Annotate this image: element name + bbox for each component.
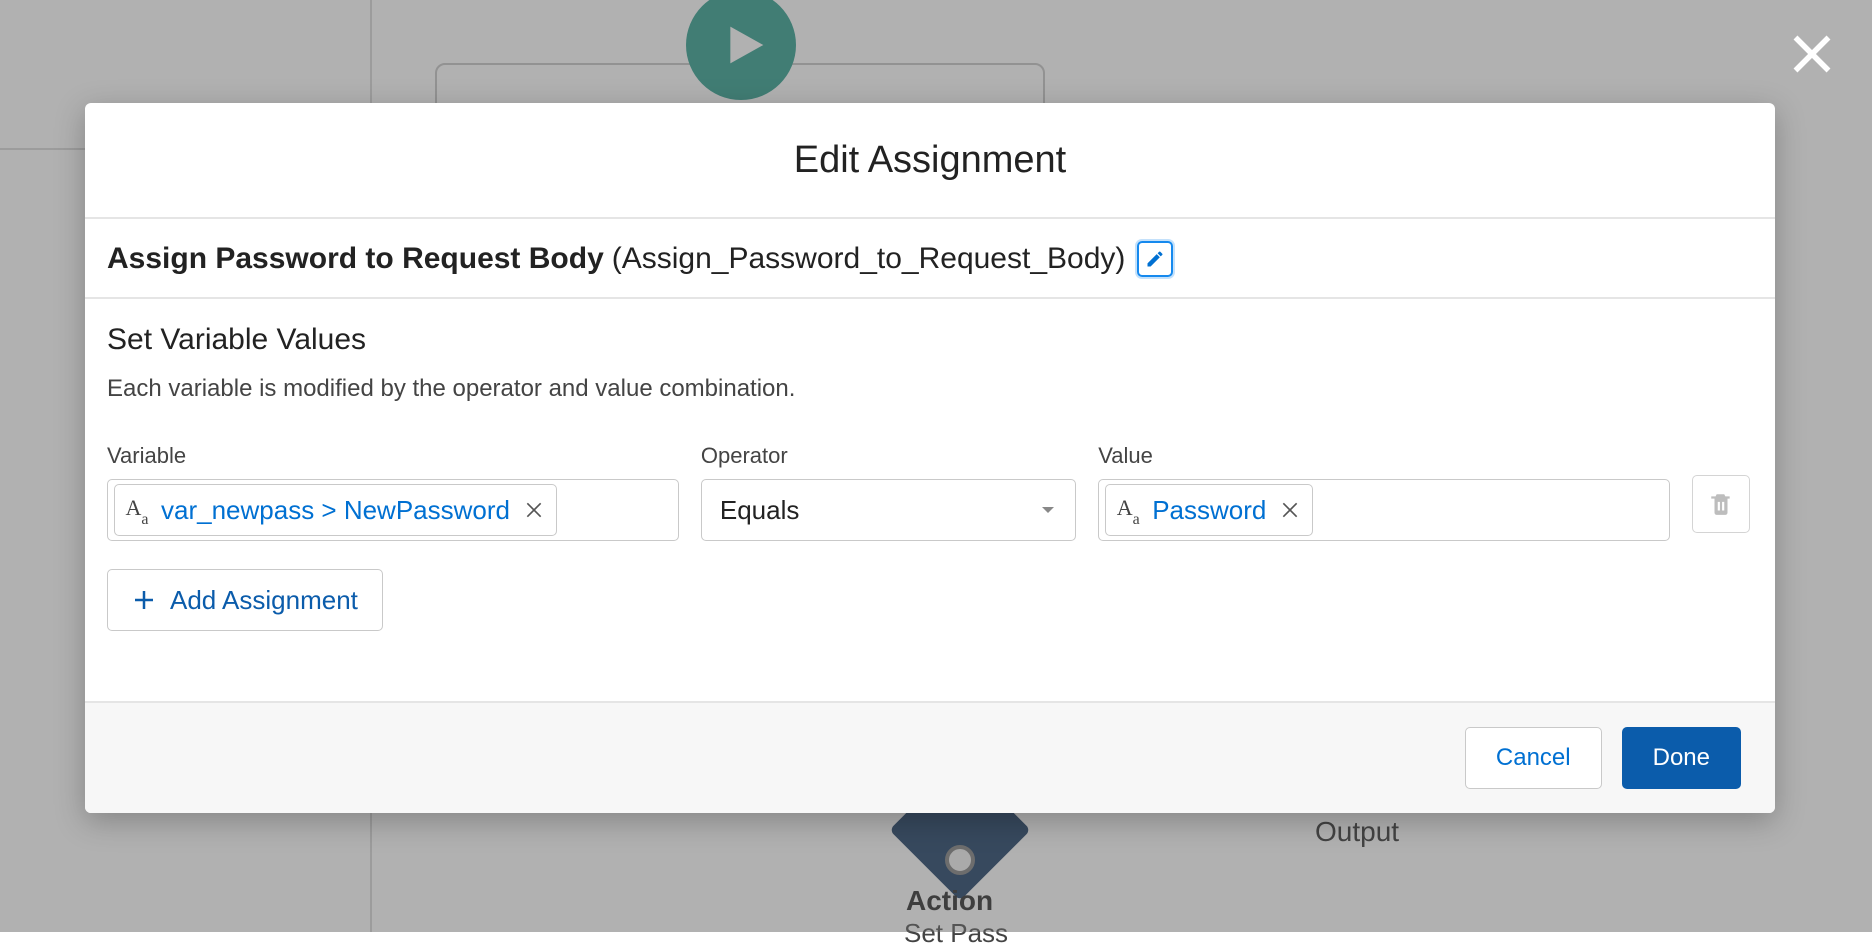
assignment-name-row: Assign Password to Request Body (Assign_… — [85, 219, 1775, 299]
value-label: Value — [1098, 443, 1670, 469]
cancel-label: Cancel — [1496, 744, 1571, 772]
done-button[interactable]: Done — [1622, 727, 1741, 789]
variable-pill-remove[interactable] — [524, 500, 544, 520]
modal-footer: Cancel Done — [85, 701, 1775, 813]
operator-select[interactable]: Equals — [701, 479, 1076, 541]
done-label: Done — [1653, 744, 1710, 772]
modal-title: Edit Assignment — [794, 139, 1066, 182]
variable-column: Variable Aa var_newpass > NewPassword — [107, 443, 679, 541]
x-icon — [524, 500, 544, 520]
assignment-row: Variable Aa var_newpass > NewPassword Op… — [107, 443, 1753, 541]
assignment-label: Assign Password to Request Body — [107, 242, 604, 276]
variable-input[interactable]: Aa var_newpass > NewPassword — [107, 479, 679, 541]
variable-pill-text: var_newpass > NewPassword — [161, 495, 510, 526]
x-icon — [1280, 500, 1300, 520]
edit-assignment-modal: Edit Assignment Assign Password to Reque… — [85, 103, 1775, 813]
section-title: Set Variable Values — [107, 323, 1753, 357]
variable-label: Variable — [107, 443, 679, 469]
value-pill: Aa Password — [1105, 484, 1313, 536]
modal-body: Set Variable Values Each variable is mod… — [85, 299, 1775, 701]
section-description: Each variable is modified by the operato… — [107, 375, 1753, 403]
value-column: Value Aa Password — [1098, 443, 1670, 541]
operator-selected-value: Equals — [720, 495, 800, 526]
close-button[interactable] — [1790, 32, 1834, 81]
operator-label: Operator — [701, 443, 1076, 469]
operator-column: Operator Equals — [701, 443, 1076, 541]
delete-column — [1692, 443, 1753, 533]
trash-icon — [1708, 491, 1734, 517]
chevron-down-icon — [1039, 501, 1057, 519]
value-pill-text: Password — [1152, 495, 1266, 526]
add-assignment-button[interactable]: Add Assignment — [107, 569, 383, 631]
edit-name-button[interactable] — [1137, 241, 1173, 277]
variable-pill: Aa var_newpass > NewPassword — [114, 484, 557, 536]
pencil-icon — [1145, 249, 1165, 269]
text-type-icon: Aa — [1114, 495, 1142, 525]
close-icon — [1790, 32, 1834, 76]
plus-icon — [132, 588, 156, 612]
text-type-icon: Aa — [123, 495, 151, 525]
add-assignment-label: Add Assignment — [170, 585, 358, 616]
value-pill-remove[interactable] — [1280, 500, 1300, 520]
modal-header: Edit Assignment — [85, 103, 1775, 219]
delete-row-button[interactable] — [1692, 475, 1750, 533]
assignment-api-name: (Assign_Password_to_Request_Body) — [612, 242, 1126, 276]
value-input[interactable]: Aa Password — [1098, 479, 1670, 541]
cancel-button[interactable]: Cancel — [1465, 727, 1602, 789]
